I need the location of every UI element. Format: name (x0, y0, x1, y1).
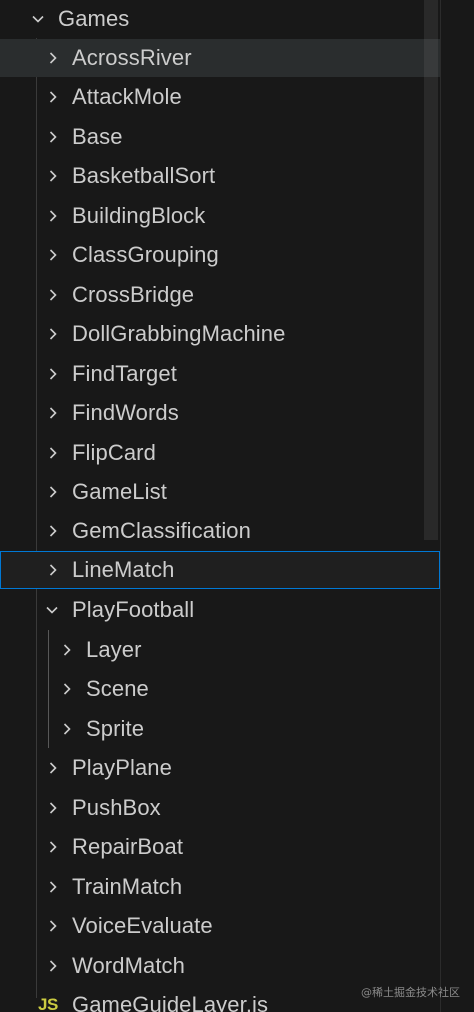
folder-label: PlayPlane (72, 755, 172, 780)
chevron-right-icon (45, 366, 61, 382)
folder-findwords[interactable]: FindWords (0, 394, 440, 432)
folder-label: AttackMole (72, 84, 182, 109)
file-label: GameGuideLayer.js (72, 992, 269, 1012)
folder-label: FlipCard (72, 440, 156, 465)
chevron-right-icon (45, 918, 61, 934)
chevron-down-icon (30, 11, 46, 27)
chevron-right-icon (45, 287, 61, 303)
folder-label: BasketballSort (72, 163, 216, 188)
folder-label: GemClassification (72, 518, 251, 543)
chevron-right-icon (45, 50, 61, 66)
folder-flipcard[interactable]: FlipCard (0, 434, 440, 472)
folder-voiceevaluate[interactable]: VoiceEvaluate (0, 907, 440, 945)
folder-games[interactable]: Games (0, 0, 440, 38)
chevron-right-icon (45, 958, 61, 974)
folder-label: AcrossRiver (72, 45, 192, 70)
folder-trainmatch[interactable]: TrainMatch (0, 868, 440, 906)
folder-findtarget[interactable]: FindTarget (0, 355, 440, 393)
folder-attackmole[interactable]: AttackMole (0, 78, 440, 116)
chevron-down-icon (44, 602, 60, 618)
folder-layer[interactable]: Layer (0, 631, 440, 669)
chevron-right-icon (45, 129, 61, 145)
folder-basketballsort[interactable]: BasketballSort (0, 157, 440, 195)
chevron-right-icon (45, 484, 61, 500)
folder-label: BuildingBlock (72, 203, 206, 228)
folder-repairboat[interactable]: RepairBoat (0, 828, 440, 866)
javascript-file-icon: JS (38, 995, 58, 1012)
folder-label: PushBox (72, 795, 161, 820)
folder-base[interactable]: Base (0, 118, 440, 156)
folder-label: TrainMatch (72, 874, 183, 899)
folder-label: VoiceEvaluate (72, 913, 213, 938)
folder-label: FindWords (72, 400, 179, 425)
chevron-right-icon (59, 642, 75, 658)
chevron-right-icon (45, 879, 61, 895)
folder-sprite[interactable]: Sprite (0, 710, 440, 748)
folder-playfootball[interactable]: PlayFootball (0, 591, 440, 629)
folder-label: WordMatch (72, 953, 185, 978)
chevron-right-icon (45, 168, 61, 184)
vertical-scrollbar[interactable] (424, 0, 438, 540)
chevron-right-icon (45, 208, 61, 224)
folder-label: PlayFootball (72, 597, 195, 622)
chevron-right-icon (45, 445, 61, 461)
folder-linematch[interactable]: LineMatch (0, 551, 440, 589)
folder-gemclassification[interactable]: GemClassification (0, 512, 440, 550)
chevron-right-icon (45, 760, 61, 776)
chevron-right-icon (59, 681, 75, 697)
folder-wordmatch[interactable]: WordMatch (0, 947, 440, 985)
folder-label: LineMatch (72, 557, 175, 582)
chevron-right-icon (45, 326, 61, 342)
folder-label: CrossBridge (72, 282, 195, 307)
folder-label: Sprite (86, 716, 145, 741)
folder-label: Layer (86, 637, 142, 662)
folder-acrossriver[interactable]: AcrossRiver (0, 39, 440, 77)
folder-label: Games (58, 6, 130, 31)
file-explorer-tree: Games AcrossRiver AttackMole Base Basket… (0, 0, 474, 1012)
folder-gamelist[interactable]: GameList (0, 473, 440, 511)
folder-pushbox[interactable]: PushBox (0, 789, 440, 827)
folder-label: Scene (86, 676, 149, 701)
chevron-right-icon (45, 562, 61, 578)
folder-label: ClassGrouping (72, 242, 219, 267)
chevron-right-icon (45, 839, 61, 855)
folder-buildingblock[interactable]: BuildingBlock (0, 197, 440, 235)
chevron-right-icon (45, 800, 61, 816)
folder-label: FindTarget (72, 361, 177, 386)
folder-label: RepairBoat (72, 834, 184, 859)
chevron-right-icon (45, 89, 61, 105)
watermark-text: @稀土掘金技术社区 (361, 986, 460, 999)
folder-dollgrabbingmachine[interactable]: DollGrabbingMachine (0, 315, 440, 353)
chevron-right-icon (45, 405, 61, 421)
folder-classgrouping[interactable]: ClassGrouping (0, 236, 440, 274)
folder-playplane[interactable]: PlayPlane (0, 749, 440, 787)
folder-label: Base (72, 124, 123, 149)
folder-crossbridge[interactable]: CrossBridge (0, 276, 440, 314)
folder-label: GameList (72, 479, 167, 504)
chevron-right-icon (59, 721, 75, 737)
folder-label: DollGrabbingMachine (72, 321, 286, 346)
chevron-right-icon (45, 523, 61, 539)
folder-scene[interactable]: Scene (0, 670, 440, 708)
chevron-right-icon (45, 247, 61, 263)
panel-edge (440, 0, 441, 1012)
